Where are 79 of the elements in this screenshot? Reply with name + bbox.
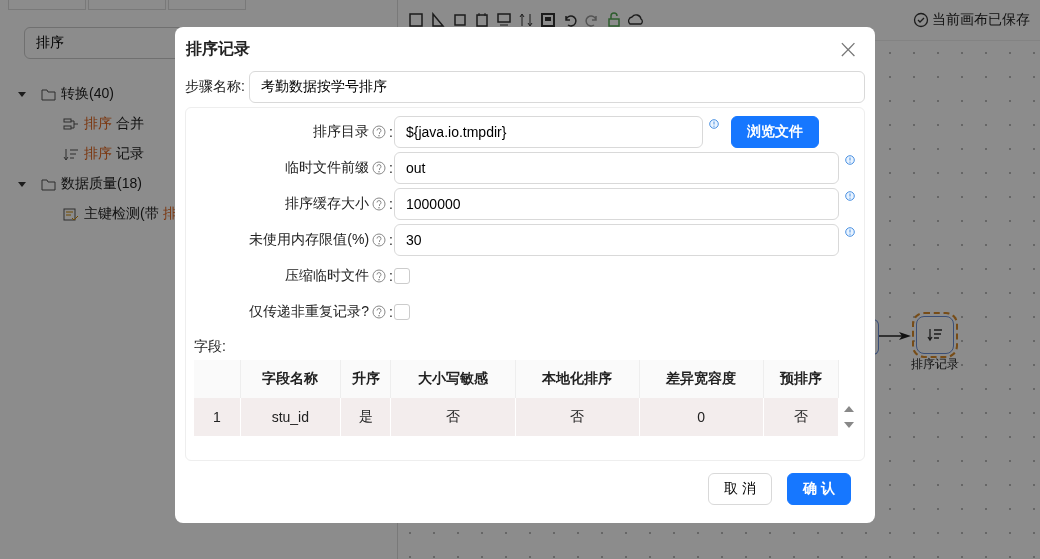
input-field[interactable]: 考勤数据按学号排序	[248, 71, 865, 103]
help-icon	[372, 197, 387, 211]
scroll-down-icon[interactable]	[842, 421, 855, 430]
frame-icon[interactable]	[408, 12, 424, 28]
colon: :	[389, 232, 393, 248]
caret-icon[interactable]	[17, 89, 27, 99]
colon: :	[389, 196, 393, 212]
field-label: 压缩临时文件	[285, 267, 370, 285]
tree-item[interactable]: 排序 记录	[84, 145, 144, 163]
column-header: 差异宽容度	[639, 360, 764, 398]
node-label: 排序记录	[911, 356, 959, 373]
arrows-icon[interactable]	[518, 12, 534, 28]
tree-item[interactable]: 转换(40)	[61, 85, 114, 103]
sort-icon	[63, 146, 79, 162]
table-label: 字段:	[194, 338, 227, 356]
field-label: 仅传递非重复记录?	[249, 303, 370, 321]
save-icon[interactable]	[540, 12, 556, 28]
info-icon	[845, 191, 855, 201]
help-icon	[372, 161, 387, 175]
undo-icon[interactable]	[562, 12, 578, 28]
field-label: 步骤名称:	[185, 78, 245, 96]
table-cell: stu_id	[240, 398, 341, 436]
checkbox[interactable]	[394, 304, 410, 320]
field-label: 未使用内存限值(%)	[249, 231, 370, 249]
info-icon	[845, 155, 855, 165]
cloud-icon[interactable]	[628, 12, 644, 28]
browse-button[interactable]: 浏览文件	[731, 116, 819, 148]
square-icon[interactable]	[452, 12, 468, 28]
list-check-icon	[63, 206, 79, 222]
calendar-icon[interactable]	[474, 12, 490, 28]
column-header: 预排序	[763, 360, 839, 398]
input-field[interactable]: ${java.io.tmpdir}	[394, 116, 703, 148]
column-header: 升序	[340, 360, 391, 398]
info-icon	[709, 119, 719, 129]
triangle-icon[interactable]	[430, 12, 446, 28]
tree-item[interactable]: 排序 合并	[84, 115, 144, 133]
colon: :	[389, 304, 393, 320]
help-icon	[372, 125, 387, 139]
help-icon	[372, 233, 387, 247]
scroll-up-icon[interactable]	[842, 404, 855, 413]
close-button[interactable]: ×	[831, 36, 865, 62]
table-cell: 0	[639, 398, 764, 436]
table-cell: 是	[340, 398, 391, 436]
input-field[interactable]: 1000000	[394, 188, 839, 220]
table-row[interactable]: 1 stu_id 是 否 否 0 否	[194, 398, 839, 436]
field-label: 排序缓存大小	[285, 195, 370, 213]
check-circle-icon	[913, 12, 929, 28]
tree-item[interactable]: 数据质量(18)	[61, 175, 142, 193]
field-label: 排序目录	[313, 123, 370, 141]
colon: :	[389, 268, 393, 284]
help-icon	[372, 269, 387, 283]
folder-icon	[41, 87, 56, 101]
input-field[interactable]: 30	[394, 224, 839, 256]
merge-icon	[63, 116, 79, 132]
field-label: 临时文件前缀	[285, 159, 370, 177]
colon: :	[389, 124, 393, 140]
table-cell: 否	[515, 398, 640, 436]
cancel-button[interactable]: 取 消	[708, 473, 773, 505]
checkbox[interactable]	[394, 268, 410, 284]
folder-icon	[41, 177, 56, 191]
column-header: 本地化排序	[515, 360, 640, 398]
input-field[interactable]: out	[394, 152, 839, 184]
column-header: 字段名称	[240, 360, 341, 398]
tree-item[interactable]: 主键检测(带 排	[84, 205, 177, 223]
caret-icon[interactable]	[17, 179, 27, 189]
save-status: 当前画布已保存	[932, 11, 1030, 29]
column-header: 大小写敏感	[390, 360, 515, 398]
redo-icon[interactable]	[584, 12, 600, 28]
connector-arrow	[879, 332, 911, 340]
table-cell: 否	[390, 398, 515, 436]
lock-icon[interactable]	[606, 12, 622, 28]
confirm-button[interactable]: 确 认	[787, 473, 851, 505]
dialog-title: 排序记录	[185, 38, 250, 59]
row-number: 1	[194, 398, 241, 436]
table-cell: 否	[763, 398, 839, 436]
monitor-icon[interactable]	[496, 12, 512, 28]
help-icon	[372, 305, 387, 319]
info-icon	[845, 227, 855, 237]
colon: :	[389, 160, 393, 176]
